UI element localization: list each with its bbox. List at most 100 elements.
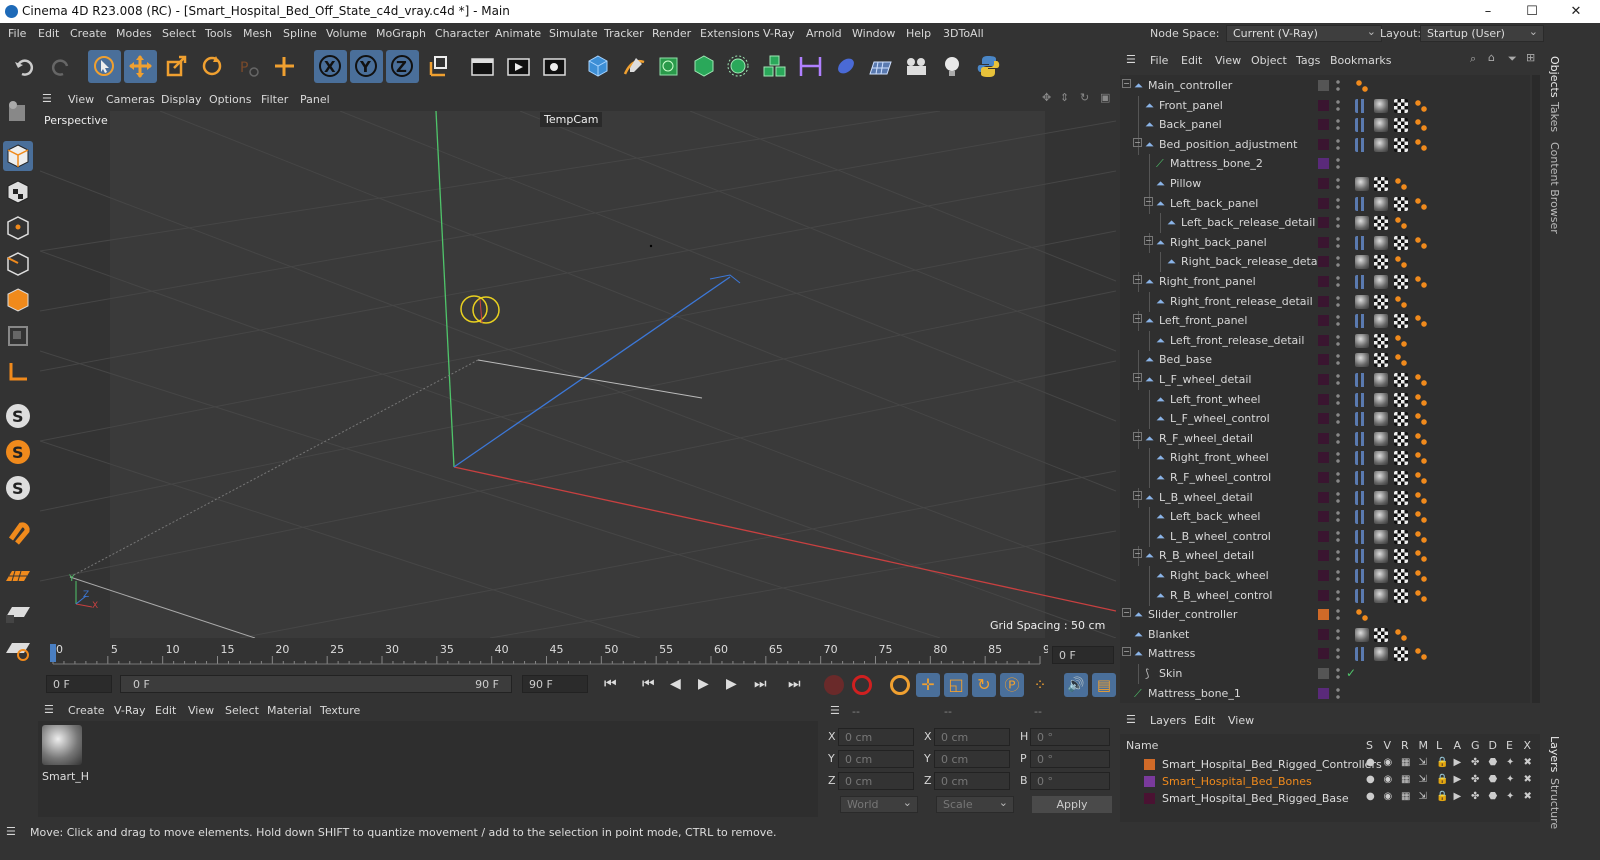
- visibility-dots[interactable]: [1336, 255, 1340, 269]
- texture-mode-icon[interactable]: [3, 177, 33, 207]
- material-tag-icon[interactable]: [1394, 471, 1408, 485]
- expand-toggle[interactable]: −: [1133, 431, 1142, 441]
- material-tag-icon[interactable]: [1394, 412, 1408, 427]
- prev-key-icon[interactable]: ⏮: [642, 676, 660, 694]
- texture-tag-icon[interactable]: [1374, 412, 1388, 427]
- ik-tag-icon[interactable]: [1414, 647, 1428, 662]
- weight-tag-icon[interactable]: [1355, 196, 1369, 211]
- layer-color-swatch[interactable]: [1318, 687, 1329, 699]
- ik-tag-icon[interactable]: [1414, 471, 1428, 485]
- layer-column-header[interactable]: L: [1436, 739, 1442, 752]
- live-selection-tool[interactable]: [88, 50, 121, 83]
- object-mode-icon[interactable]: [3, 141, 33, 171]
- visible-icon[interactable]: ◉: [1384, 791, 1393, 802]
- manager-icon[interactable]: ⇲: [1419, 774, 1427, 785]
- visibility-dots[interactable]: [1336, 118, 1340, 132]
- y-axis-lock[interactable]: Y: [350, 50, 383, 83]
- size-y-field[interactable]: 0 cm: [934, 750, 1010, 768]
- texture-tag-icon[interactable]: [1374, 196, 1388, 211]
- deformer-icon[interactable]: ⬣: [1489, 791, 1498, 802]
- render-settings-button[interactable]: [538, 50, 571, 83]
- visibility-dots[interactable]: [1336, 314, 1340, 328]
- visibility-dots[interactable]: [1336, 569, 1340, 582]
- visibility-dots[interactable]: [1336, 294, 1340, 308]
- tab-takes[interactable]: Takes: [1548, 102, 1561, 132]
- render-icon[interactable]: ▦: [1401, 791, 1410, 802]
- menu-volume[interactable]: Volume: [326, 27, 367, 40]
- material-tag-icon[interactable]: [1374, 177, 1388, 191]
- close-button[interactable]: ✕: [1554, 1, 1598, 22]
- deformer-icon[interactable]: ⬣: [1489, 774, 1498, 785]
- weight-tag-icon[interactable]: [1355, 392, 1369, 407]
- z-axis-lock[interactable]: Z: [386, 50, 419, 83]
- goto-end-icon[interactable]: ⏭: [788, 676, 806, 694]
- visibility-dots[interactable]: [1336, 490, 1340, 504]
- material-tag-icon[interactable]: [1394, 490, 1408, 505]
- weight-tag-icon[interactable]: [1355, 373, 1369, 387]
- material-tag-icon[interactable]: [1394, 392, 1408, 407]
- rotation-h-field[interactable]: 0 °: [1030, 728, 1110, 746]
- visibility-dots[interactable]: [1336, 510, 1340, 524]
- ik-tag-icon[interactable]: [1414, 412, 1428, 427]
- texture-tag-icon[interactable]: [1374, 137, 1388, 152]
- material-tag-icon[interactable]: [1394, 235, 1408, 250]
- menu-mesh[interactable]: Mesh: [243, 27, 272, 40]
- rotate-tool[interactable]: [196, 50, 229, 83]
- object-row[interactable]: − ⏶ R_F_wheel_detail: [1120, 428, 1530, 449]
- workplane-icon[interactable]: [3, 561, 33, 591]
- material-tag-icon[interactable]: [1394, 196, 1408, 211]
- weight-tag-icon[interactable]: [1355, 490, 1369, 505]
- transform-tool[interactable]: [268, 50, 301, 83]
- generator-icon[interactable]: ✤: [1471, 757, 1479, 768]
- material-tag-icon[interactable]: [1394, 529, 1408, 544]
- texture-tag-icon[interactable]: [1374, 569, 1388, 583]
- uv-mode-icon[interactable]: [3, 321, 33, 351]
- play-icon[interactable]: ▶: [698, 676, 716, 694]
- deformer-icon[interactable]: ⬣: [1489, 757, 1498, 768]
- generator-icon[interactable]: ✤: [1471, 774, 1479, 785]
- object-row[interactable]: ⟆ Skin ✓: [1120, 664, 1530, 684]
- texture-tag-icon[interactable]: [1374, 529, 1388, 544]
- weight-tag-icon[interactable]: [1355, 451, 1369, 466]
- material-tag-icon[interactable]: [1374, 216, 1388, 231]
- locked-workplane-icon[interactable]: [3, 597, 33, 627]
- visibility-dots[interactable]: [1336, 608, 1340, 622]
- expand-toggle[interactable]: −: [1144, 196, 1153, 206]
- visibility-dots[interactable]: [1336, 353, 1340, 367]
- pen-spline-icon[interactable]: [618, 50, 651, 83]
- layer-color-swatch[interactable]: [1318, 197, 1329, 209]
- layer-column-header[interactable]: V: [1384, 739, 1392, 752]
- x-axis-lock[interactable]: X: [314, 50, 347, 83]
- current-frame-field[interactable]: 0 F: [1052, 646, 1114, 664]
- ik-tag-icon[interactable]: [1394, 177, 1408, 191]
- layer-row[interactable]: Smart_Hospital_Bed_Bones ● ◉ ▦ ⇲ 🔒 ▶ ✤ ⬣ ✦ ✖: [1120, 773, 1540, 790]
- ik-tag-icon[interactable]: [1394, 353, 1408, 368]
- animation-icon[interactable]: ▶: [1454, 774, 1462, 785]
- visibility-dots[interactable]: [1336, 667, 1340, 680]
- rotate-view-icon[interactable]: ↻: [1080, 91, 1089, 104]
- weight-tag-icon[interactable]: [1355, 235, 1369, 250]
- weight-tag-icon[interactable]: [1355, 98, 1369, 113]
- texture-tag-icon[interactable]: [1374, 118, 1388, 133]
- object-row[interactable]: − ⏶ L_F_wheel_detail: [1120, 370, 1530, 390]
- minimize-button[interactable]: –: [1466, 1, 1510, 22]
- menu-tracker[interactable]: Tracker: [604, 27, 644, 40]
- layer-color-swatch[interactable]: [1318, 276, 1329, 287]
- ik-tag-icon[interactable]: [1414, 392, 1428, 407]
- rotation-p-field[interactable]: 0 °: [1030, 750, 1110, 768]
- expand-toggle[interactable]: −: [1133, 373, 1142, 382]
- layer-row[interactable]: Smart_Hospital_Bed_Rigged_Base ● ◉ ▦ ⇲ 🔒 ▶ ✤ ⬣ ✦ ✖: [1120, 790, 1540, 807]
- object-row[interactable]: ⏶ Back_panel: [1120, 115, 1530, 136]
- solo-icon[interactable]: ●: [1366, 791, 1375, 802]
- texture-tag-icon[interactable]: [1374, 549, 1388, 564]
- xref-icon[interactable]: ✖: [1524, 791, 1532, 802]
- layer-column-header[interactable]: A: [1454, 739, 1462, 752]
- next-key-icon[interactable]: ⏭: [754, 676, 772, 694]
- lock-icon[interactable]: 🔒: [1436, 757, 1448, 768]
- texture-tag-icon[interactable]: [1374, 490, 1388, 505]
- visibility-dots[interactable]: [1336, 157, 1340, 171]
- viewport-menu-filter[interactable]: Filter: [261, 93, 288, 106]
- texture-tag-icon[interactable]: [1374, 275, 1388, 289]
- layer-color-swatch[interactable]: [1318, 668, 1329, 679]
- menu-mograph[interactable]: MoGraph: [376, 27, 426, 40]
